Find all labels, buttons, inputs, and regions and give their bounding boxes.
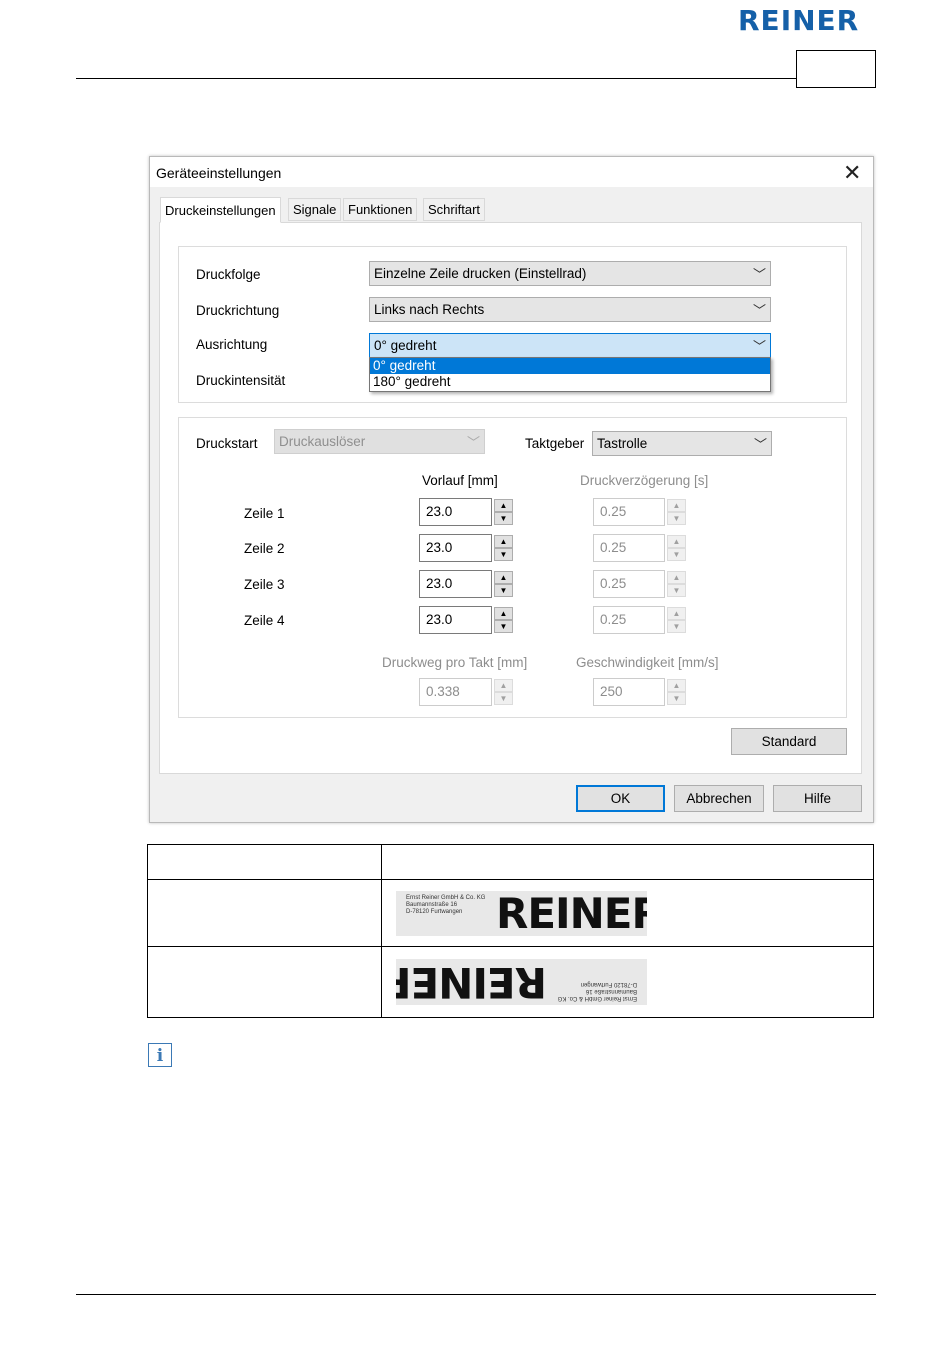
table-header-cell <box>381 844 874 880</box>
spin-down-icon: ▼ <box>667 584 686 597</box>
vorlauf-input[interactable]: 23.0 <box>419 534 492 562</box>
spin-down-icon: ▼ <box>667 692 686 705</box>
vorlauf-input[interactable]: 23.0 <box>419 606 492 634</box>
reiner-logo: REINER <box>738 4 860 37</box>
zeile-label: Zeile 1 <box>244 506 285 521</box>
geschwindigkeit-label: Geschwindigkeit [mm/s] <box>576 655 719 670</box>
stamp-address: Ernst Reiner GmbH & Co. KG Baumannstraße… <box>557 981 637 1001</box>
geschwindigkeit-input: 250 <box>593 678 665 706</box>
info-icon: i <box>148 1043 172 1067</box>
verzoegerung-input: 0.25 <box>593 606 665 634</box>
dialog-title: Geräteeinstellungen <box>156 165 282 181</box>
stamp-address: Ernst Reiner GmbH & Co. KG Baumannstraße… <box>406 895 486 915</box>
spin-up-icon: ▲ <box>667 499 686 512</box>
spin-up-icon[interactable]: ▲ <box>494 607 513 620</box>
help-button[interactable]: Hilfe <box>773 785 862 812</box>
chevron-down-icon: ﹀ <box>752 303 766 318</box>
taktgeber-value: Tastrolle <box>597 436 648 451</box>
page-number-box <box>796 50 876 88</box>
tab-panel: Druckfolge Einzelne Zeile drucken (Einst… <box>159 222 862 774</box>
taktgeber-select[interactable]: Tastrolle ﹀ <box>592 431 772 456</box>
spin-up-icon: ▲ <box>667 679 686 692</box>
spin-up-icon[interactable]: ▲ <box>494 571 513 584</box>
spin-down-icon: ▼ <box>667 512 686 525</box>
table-cell <box>147 879 382 947</box>
druckintensitaet-label: Druckintensität <box>196 373 286 388</box>
ok-button[interactable]: OK <box>576 785 665 812</box>
option-0-grad[interactable]: 0° gedreht <box>370 358 770 374</box>
device-settings-dialog: Geräteeinstellungen ✕ Druckeinstellungen… <box>149 156 874 823</box>
verzoegerung-header: Druckverzögerung [s] <box>580 473 709 488</box>
spin-down-icon: ▼ <box>667 548 686 561</box>
spin-down-icon: ▼ <box>494 692 513 705</box>
table-header-cell <box>147 844 382 880</box>
ausrichtung-value: 0° gedreht <box>374 338 437 353</box>
druckrichtung-select[interactable]: Links nach Rechts ﹀ <box>369 297 771 322</box>
cancel-button[interactable]: Abbrechen <box>674 785 764 812</box>
druckrichtung-label: Druckrichtung <box>196 303 280 318</box>
spin-up-icon: ▲ <box>667 571 686 584</box>
druckstart-select: Druckauslöser ﹀ <box>274 429 485 454</box>
druckfolge-label: Druckfolge <box>196 267 261 282</box>
verzoegerung-input: 0.25 <box>593 498 665 526</box>
chevron-down-icon: ﹀ <box>466 435 480 450</box>
vorlauf-header: Vorlauf [mm] <box>422 473 498 488</box>
zeile-label: Zeile 4 <box>244 613 285 628</box>
chevron-down-icon: ﹀ <box>753 437 767 452</box>
verzoegerung-input: 0.25 <box>593 570 665 598</box>
tab-druckeinstellungen[interactable]: Druckeinstellungen <box>160 197 281 223</box>
ausrichtung-select[interactable]: 0° gedreht ﹀ <box>369 333 771 358</box>
tab-schriftart[interactable]: Schriftart <box>423 198 486 221</box>
spin-up-icon[interactable]: ▲ <box>494 499 513 512</box>
taktgeber-label: Taktgeber <box>525 436 585 451</box>
vorlauf-input[interactable]: 23.0 <box>419 498 492 526</box>
ausrichtung-label: Ausrichtung <box>196 337 268 352</box>
orientation-table: Ernst Reiner GmbH & Co. KG Baumannstraße… <box>147 844 874 1018</box>
stamp-sample-0-degree: Ernst Reiner GmbH & Co. KG Baumannstraße… <box>396 891 647 936</box>
spin-up-icon: ▲ <box>494 679 513 692</box>
spin-up-icon: ▲ <box>667 535 686 548</box>
druckrichtung-value: Links nach Rechts <box>374 302 485 317</box>
spin-down-icon: ▼ <box>667 620 686 633</box>
zeile-label: Zeile 2 <box>244 541 285 556</box>
print-settings-group: Druckfolge Einzelne Zeile drucken (Einst… <box>178 246 847 403</box>
header-rule <box>76 78 796 79</box>
standard-button[interactable]: Standard <box>731 728 847 755</box>
timing-group: Druckstart Druckauslöser ﹀ Taktgeber Tas… <box>178 417 847 718</box>
druckfolge-select[interactable]: Einzelne Zeile drucken (Einstellrad) ﹀ <box>369 261 771 286</box>
tab-signale[interactable]: Signale <box>288 198 342 221</box>
option-180-grad[interactable]: 180° gedreht <box>370 374 770 390</box>
spin-up-icon[interactable]: ▲ <box>494 535 513 548</box>
footer-rule <box>76 1294 876 1295</box>
druckstart-value: Druckauslöser <box>279 434 366 449</box>
tab-funktionen[interactable]: Funktionen <box>343 198 418 221</box>
spin-down-icon[interactable]: ▼ <box>494 620 513 633</box>
stamp-word: REINER <box>496 891 647 936</box>
spin-down-icon[interactable]: ▼ <box>494 584 513 597</box>
druckweg-label: Druckweg pro Takt [mm] <box>382 655 528 670</box>
spin-down-icon[interactable]: ▼ <box>494 548 513 561</box>
druckstart-label: Druckstart <box>196 436 258 451</box>
chevron-down-icon: ﹀ <box>752 339 766 354</box>
chevron-down-icon: ﹀ <box>752 267 766 282</box>
stamp-word: REINER <box>396 959 547 1005</box>
vorlauf-input[interactable]: 23.0 <box>419 570 492 598</box>
ausrichtung-dropdown: 0° gedreht 180° gedreht <box>369 357 771 392</box>
verzoegerung-input: 0.25 <box>593 534 665 562</box>
zeile-label: Zeile 3 <box>244 577 285 592</box>
druckfolge-value: Einzelne Zeile drucken (Einstellrad) <box>374 266 587 281</box>
druckweg-input: 0.338 <box>419 678 492 706</box>
stamp-sample-180-degree: Ernst Reiner GmbH & Co. KG Baumannstraße… <box>396 959 647 1005</box>
spin-up-icon: ▲ <box>667 607 686 620</box>
table-cell <box>147 946 382 1018</box>
close-icon[interactable]: ✕ <box>843 161 861 185</box>
spin-down-icon[interactable]: ▼ <box>494 512 513 525</box>
